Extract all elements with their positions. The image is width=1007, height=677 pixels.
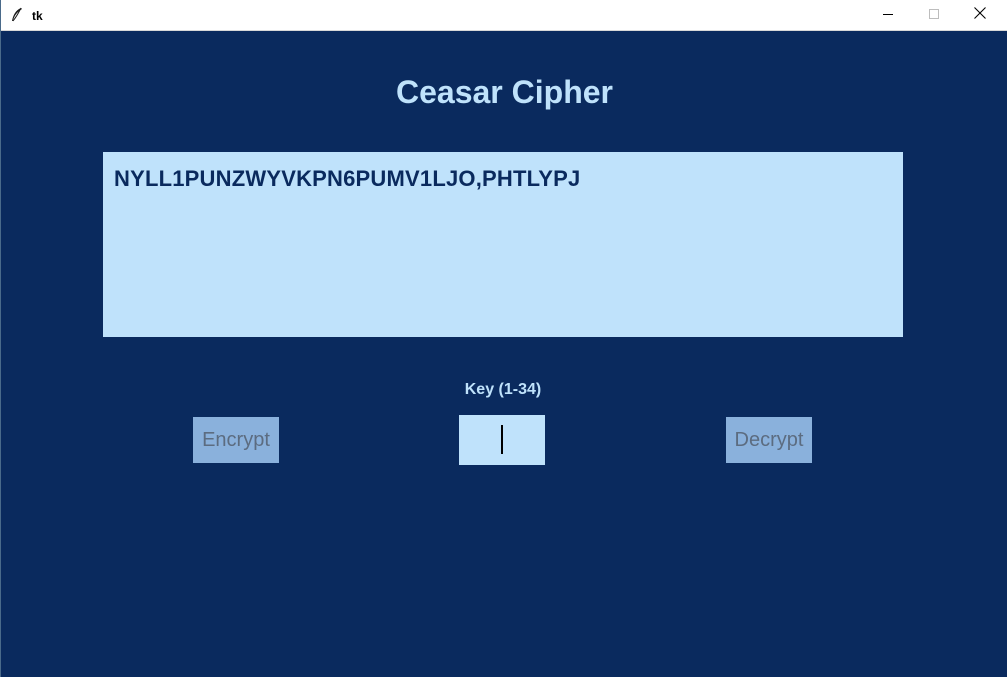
minimize-button[interactable] — [865, 0, 911, 30]
key-input[interactable] — [459, 415, 545, 465]
encrypt-button[interactable]: Encrypt — [193, 417, 279, 463]
message-textarea[interactable]: NYLL1PUNZWYVKPN6PUMV1LJO,PHTLYPJ — [103, 152, 903, 337]
page-title: Ceasar Cipher — [396, 74, 613, 110]
close-button[interactable] — [957, 0, 1003, 30]
decrypt-button[interactable]: Decrypt — [726, 417, 812, 463]
minimize-icon — [883, 6, 893, 24]
close-icon — [974, 6, 986, 24]
maximize-button[interactable] — [911, 0, 957, 30]
title-bar[interactable]: tk — [1, 0, 1007, 31]
app-window: tk Ceasar Cipher NYLL1PUNZWYVKPN6PUMV1LJ… — [0, 0, 1007, 677]
key-label: Key (1-34) — [464, 381, 542, 398]
feather-icon — [10, 7, 24, 23]
message-text: NYLL1PUNZWYVKPN6PUMV1LJO,PHTLYPJ — [114, 166, 581, 191]
maximize-icon — [929, 6, 939, 24]
text-caret — [501, 425, 503, 454]
window-title: tk — [32, 9, 43, 23]
